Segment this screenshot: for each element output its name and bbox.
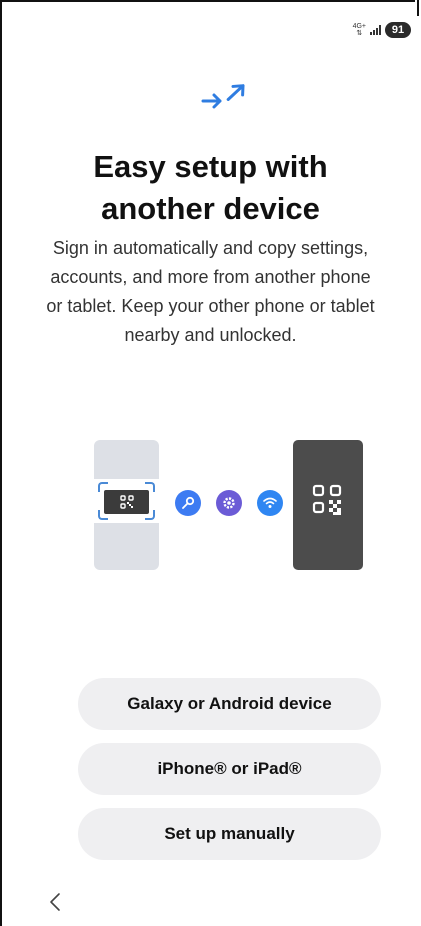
scan-screen xyxy=(94,479,159,523)
network-type-indicator: 4G+ ⇅ xyxy=(353,23,366,37)
status-bar: 4G+ ⇅ 91 xyxy=(353,20,411,40)
device-frame-top-edge xyxy=(0,0,415,2)
set-up-manually-button[interactable]: Set up manually xyxy=(78,808,381,860)
key-icon xyxy=(175,490,201,516)
page-description: Sign in automatically and copy settings,… xyxy=(46,238,375,345)
iphone-ipad-button[interactable]: iPhone® or iPad® xyxy=(78,743,381,795)
chevron-left-icon[interactable] xyxy=(44,890,68,914)
network-type-label: 4G+ xyxy=(352,23,366,30)
signal-strength-icon xyxy=(370,25,381,35)
galaxy-android-device-button[interactable]: Galaxy or Android device xyxy=(78,678,381,730)
new-device-illustration xyxy=(94,440,159,570)
qr-code-preview xyxy=(104,490,149,514)
settings-icon xyxy=(216,490,242,516)
scan-bracket-bottom-right xyxy=(145,510,155,520)
battery-level-badge: 91 xyxy=(385,22,411,38)
scan-bracket-top-left xyxy=(98,482,108,492)
device-frame-left-edge xyxy=(0,0,2,926)
device-frame-right-edge xyxy=(417,0,419,16)
scan-bracket-top-right xyxy=(145,482,155,492)
page-title: Easy setup with another device xyxy=(93,149,328,226)
wifi-icon xyxy=(257,490,283,516)
data-arrows-icon: ⇅ xyxy=(356,30,363,37)
old-device-illustration xyxy=(293,440,363,570)
qr-code-icon xyxy=(120,495,134,509)
scan-bracket-bottom-left xyxy=(98,510,108,520)
qr-code-icon xyxy=(312,484,342,515)
transfer-arrows-icon xyxy=(201,84,245,109)
